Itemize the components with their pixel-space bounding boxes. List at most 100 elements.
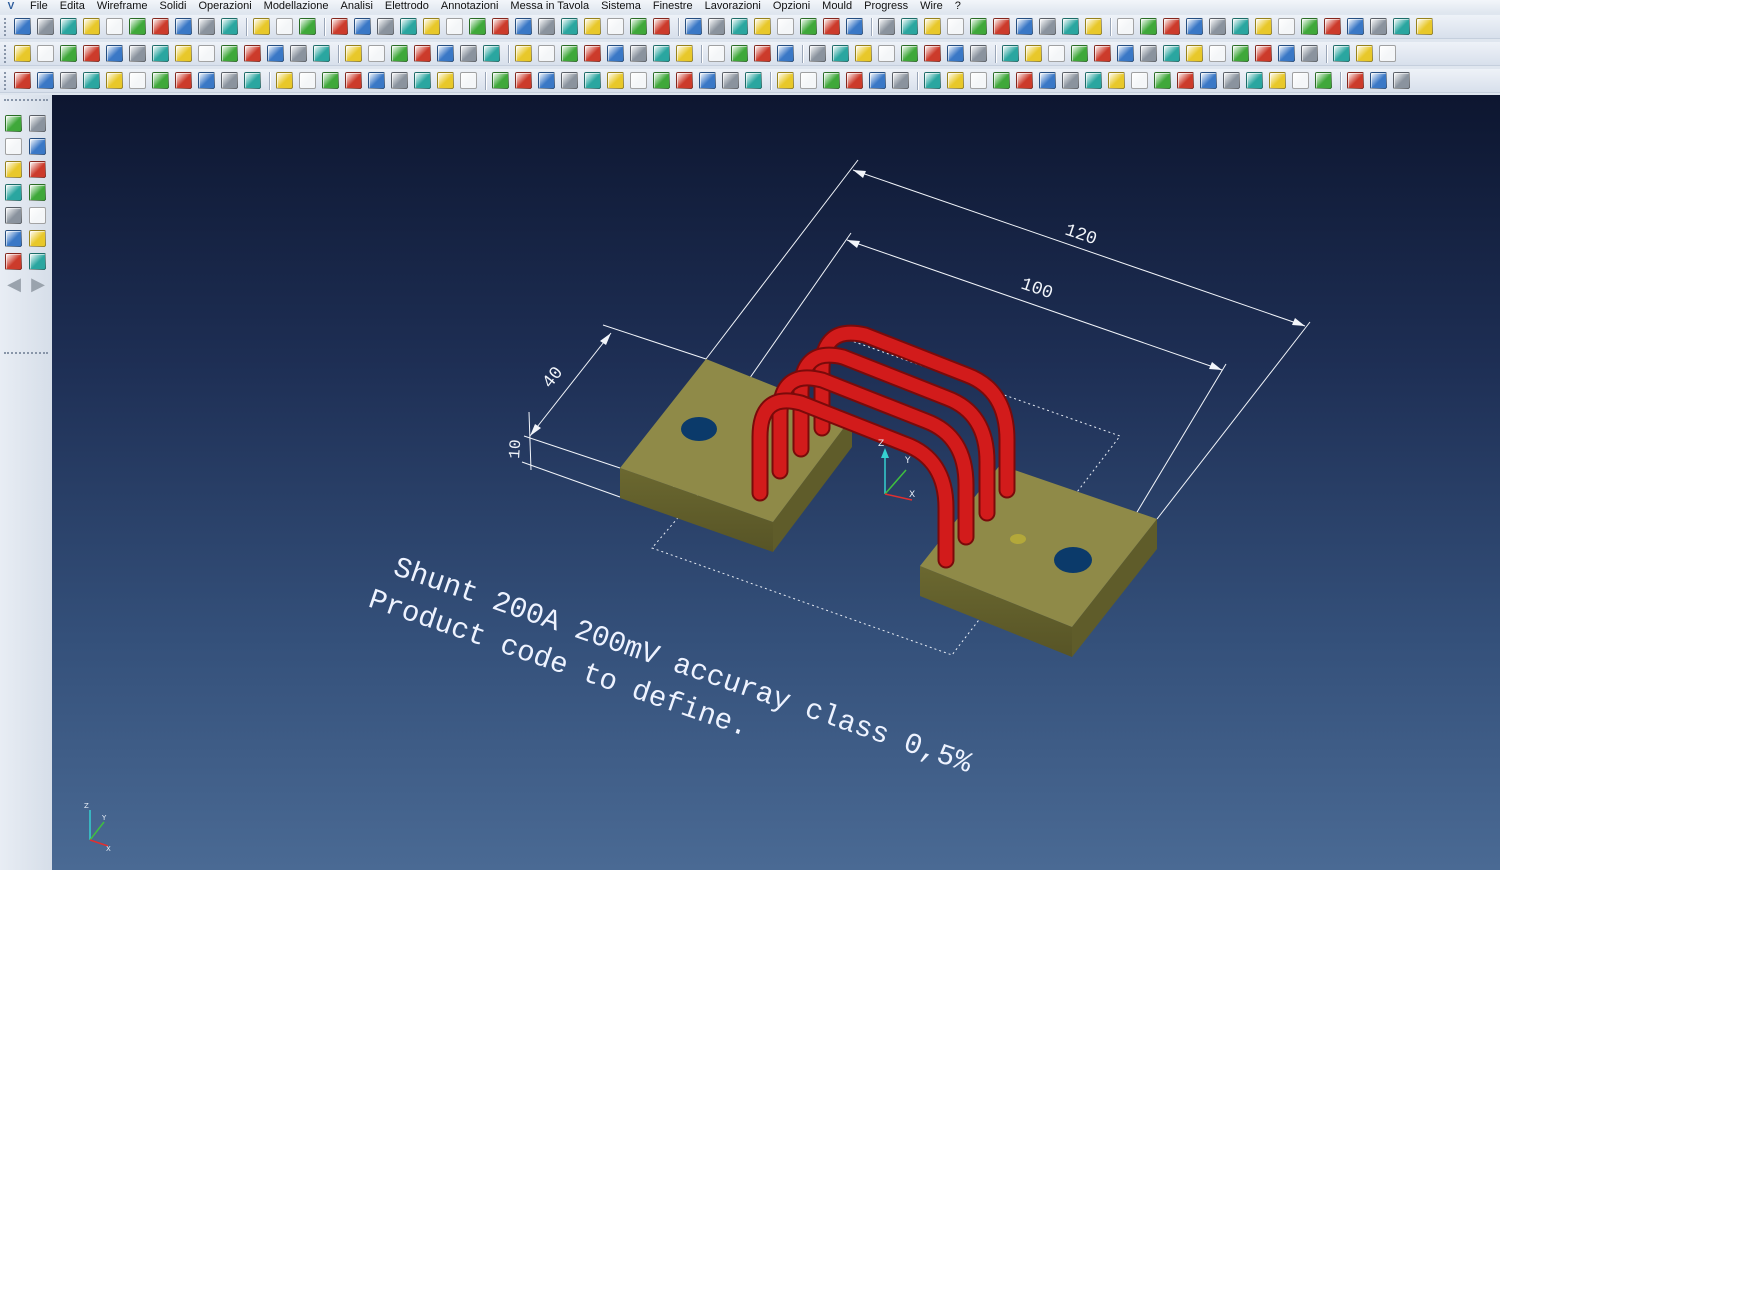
tool-button-icon[interactable]	[1140, 18, 1157, 35]
tool-button-icon[interactable]	[29, 138, 46, 155]
tool-button-icon[interactable]	[1347, 18, 1364, 35]
tool-button-icon[interactable]	[538, 45, 555, 62]
tool-button-icon[interactable]	[1278, 18, 1295, 35]
tool-button-icon[interactable]	[676, 72, 693, 89]
tool-button-icon[interactable]	[14, 45, 31, 62]
tool-button-icon[interactable]	[607, 45, 624, 62]
tool-button-icon[interactable]	[322, 72, 339, 89]
tool-button-icon[interactable]	[584, 72, 601, 89]
tool-button-icon[interactable]	[253, 18, 270, 35]
tool-button-icon[interactable]	[869, 72, 886, 89]
tool-button-icon[interactable]	[800, 72, 817, 89]
menu-progress[interactable]: Progress	[858, 0, 914, 13]
menu-messa-in-tavola[interactable]: Messa in Tavola	[504, 0, 595, 13]
menu-help[interactable]: ?	[949, 0, 967, 13]
tool-button-icon[interactable]	[777, 45, 794, 62]
tool-button-icon[interactable]	[1292, 72, 1309, 89]
tool-button-icon[interactable]	[290, 45, 307, 62]
tool-button-icon[interactable]	[354, 18, 371, 35]
tool-button-icon[interactable]	[731, 45, 748, 62]
menu-lavorazioni[interactable]: Lavorazioni	[699, 0, 767, 13]
tool-button-icon[interactable]	[5, 253, 22, 270]
tool-button-icon[interactable]	[1016, 18, 1033, 35]
tool-button-icon[interactable]	[1071, 45, 1088, 62]
tool-button-icon[interactable]	[60, 72, 77, 89]
tool-button-icon[interactable]	[1255, 45, 1272, 62]
tool-button-icon[interactable]	[1186, 45, 1203, 62]
tool-button-icon[interactable]	[1039, 18, 1056, 35]
tool-button-icon[interactable]	[1163, 45, 1180, 62]
app-logo-icon[interactable]: V	[4, 1, 18, 13]
tool-button-icon[interactable]	[1209, 45, 1226, 62]
tool-button-icon[interactable]	[400, 18, 417, 35]
tool-button-icon[interactable]	[83, 72, 100, 89]
tool-button-icon[interactable]	[515, 45, 532, 62]
tool-button-icon[interactable]	[391, 45, 408, 62]
tool-button-icon[interactable]	[1016, 72, 1033, 89]
tool-button-icon[interactable]	[1232, 18, 1249, 35]
toolbar-grip[interactable]	[4, 17, 9, 36]
right-terminal-block[interactable]	[920, 465, 1157, 657]
tool-button-icon[interactable]	[630, 72, 647, 89]
tool-button-icon[interactable]	[175, 18, 192, 35]
tool-button-icon[interactable]	[1246, 72, 1263, 89]
tool-button-icon[interactable]	[391, 72, 408, 89]
tool-button-icon[interactable]	[267, 45, 284, 62]
tool-button-icon[interactable]	[221, 72, 238, 89]
tool-button-icon[interactable]	[152, 45, 169, 62]
tool-button-icon[interactable]	[947, 72, 964, 89]
tool-button-icon[interactable]	[1301, 18, 1318, 35]
tool-button-icon[interactable]	[446, 18, 463, 35]
tool-button-icon[interactable]	[244, 72, 261, 89]
tool-button-icon[interactable]	[299, 18, 316, 35]
tool-button-icon[interactable]	[1393, 18, 1410, 35]
tool-button-icon[interactable]	[731, 18, 748, 35]
menu-solidi[interactable]: Solidi	[154, 0, 193, 13]
tool-button-icon[interactable]	[152, 18, 169, 35]
toolbar-grip[interactable]	[4, 352, 48, 354]
tool-button-icon[interactable]	[244, 45, 261, 62]
tool-button-icon[interactable]	[653, 45, 670, 62]
back-arrow-icon[interactable]: ◀	[5, 275, 23, 293]
tool-button-icon[interactable]	[846, 18, 863, 35]
tool-button-icon[interactable]	[1315, 72, 1332, 89]
tool-button-icon[interactable]	[29, 161, 46, 178]
tool-button-icon[interactable]	[832, 45, 849, 62]
tool-button-icon[interactable]	[29, 253, 46, 270]
tool-button-icon[interactable]	[1062, 18, 1079, 35]
tool-button-icon[interactable]	[1333, 45, 1350, 62]
tool-button-icon[interactable]	[5, 207, 22, 224]
tool-button-icon[interactable]	[924, 18, 941, 35]
tool-button-icon[interactable]	[60, 45, 77, 62]
tool-button-icon[interactable]	[970, 18, 987, 35]
tool-button-icon[interactable]	[846, 72, 863, 89]
tool-button-icon[interactable]	[1154, 72, 1171, 89]
tool-button-icon[interactable]	[1039, 72, 1056, 89]
tool-button-icon[interactable]	[345, 72, 362, 89]
tool-button-icon[interactable]	[924, 45, 941, 62]
tool-button-icon[interactable]	[809, 45, 826, 62]
toolbar-grip[interactable]	[4, 99, 48, 101]
tool-button-icon[interactable]	[993, 18, 1010, 35]
tool-button-icon[interactable]	[60, 18, 77, 35]
tool-button-icon[interactable]	[630, 45, 647, 62]
tool-button-icon[interactable]	[1370, 18, 1387, 35]
tool-button-icon[interactable]	[754, 45, 771, 62]
tool-button-icon[interactable]	[823, 72, 840, 89]
tool-button-icon[interactable]	[198, 45, 215, 62]
tool-button-icon[interactable]	[106, 45, 123, 62]
tool-button-icon[interactable]	[83, 45, 100, 62]
tool-button-icon[interactable]	[855, 45, 872, 62]
tool-button-icon[interactable]	[584, 45, 601, 62]
tool-button-icon[interactable]	[1416, 18, 1433, 35]
tool-button-icon[interactable]	[878, 45, 895, 62]
tool-button-icon[interactable]	[1379, 45, 1396, 62]
tool-button-icon[interactable]	[37, 18, 54, 35]
tool-button-icon[interactable]	[29, 115, 46, 132]
tool-button-icon[interactable]	[754, 18, 771, 35]
menu-wireframe[interactable]: Wireframe	[91, 0, 154, 13]
tool-button-icon[interactable]	[152, 72, 169, 89]
tool-button-icon[interactable]	[345, 45, 362, 62]
tool-button-icon[interactable]	[414, 45, 431, 62]
tool-button-icon[interactable]	[1094, 45, 1111, 62]
